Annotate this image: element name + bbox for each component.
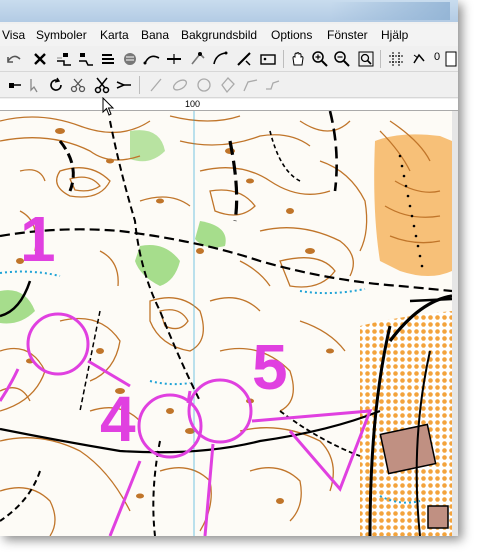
control-number: 4 bbox=[100, 383, 136, 455]
menu-bakgrundsbild[interactable]: Bakgrundsbild bbox=[181, 28, 257, 42]
circle-tool-icon[interactable] bbox=[194, 75, 214, 95]
map-canvas[interactable]: 1 4 5 bbox=[0, 111, 452, 536]
menu-bana[interactable]: Bana bbox=[141, 28, 169, 42]
rhombus-tool-icon[interactable] bbox=[218, 75, 238, 95]
pan-hand-icon[interactable] bbox=[288, 49, 308, 69]
building bbox=[427, 505, 449, 529]
straight-line-icon[interactable] bbox=[146, 75, 166, 95]
menu-fonster[interactable]: Fönster bbox=[327, 28, 368, 42]
horizontal-ruler: 100 bbox=[0, 99, 458, 111]
bezier-tool-icon[interactable] bbox=[210, 49, 230, 69]
ruler-label: 100 bbox=[185, 99, 201, 109]
toolbar-separator bbox=[283, 50, 284, 68]
title-bar-glass bbox=[330, 2, 450, 20]
main-toolbar: 0 bbox=[0, 47, 458, 72]
title-bar bbox=[0, 0, 458, 22]
zoom-in-icon[interactable] bbox=[310, 49, 330, 69]
application-window: Visa Symboler Karta Bana Bakgrundsbild O… bbox=[0, 0, 458, 536]
area-tool-icon[interactable] bbox=[120, 49, 140, 69]
menu-karta[interactable]: Karta bbox=[100, 28, 129, 42]
menu-bar: Visa Symboler Karta Bana Bakgrundsbild O… bbox=[0, 24, 458, 46]
symbol-tool-b-icon[interactable] bbox=[76, 49, 96, 69]
split-line-icon[interactable] bbox=[114, 75, 134, 95]
cut-hole-icon[interactable] bbox=[68, 75, 88, 95]
symbol-tool-c-icon[interactable] bbox=[98, 49, 118, 69]
toolbar-separator bbox=[139, 76, 140, 94]
rectangle-tool-icon[interactable] bbox=[258, 49, 278, 69]
zoom-out-icon[interactable] bbox=[332, 49, 352, 69]
menu-visa[interactable]: Visa bbox=[2, 28, 25, 42]
line-tool-icon[interactable] bbox=[164, 49, 184, 69]
mouse-cursor-icon bbox=[102, 97, 115, 116]
snap-icon[interactable] bbox=[410, 49, 430, 69]
ellipse-tool-icon[interactable] bbox=[170, 75, 190, 95]
edit-toolbar bbox=[0, 73, 458, 98]
delete-icon[interactable] bbox=[30, 49, 50, 69]
grid-icon[interactable] bbox=[386, 49, 406, 69]
polyline-tool-icon[interactable] bbox=[240, 75, 260, 95]
menu-symboler[interactable]: Symboler bbox=[36, 28, 87, 42]
open-land-area bbox=[374, 134, 452, 276]
scissors-icon[interactable] bbox=[92, 75, 112, 95]
orienteering-map: 1 4 5 bbox=[0, 111, 452, 536]
vertical-scrollbar[interactable] bbox=[452, 111, 458, 536]
control-number: 1 bbox=[20, 203, 56, 275]
curve-tool-icon[interactable] bbox=[142, 49, 162, 69]
select-arrow-icon[interactable] bbox=[24, 75, 44, 95]
undo-icon[interactable] bbox=[4, 49, 24, 69]
rotate-symbol-icon[interactable] bbox=[188, 49, 208, 69]
rotate-icon[interactable] bbox=[46, 75, 66, 95]
control-number: 5 bbox=[252, 331, 288, 403]
symbol-tool-a-icon[interactable] bbox=[54, 49, 74, 69]
freehand-tool-icon[interactable] bbox=[262, 75, 282, 95]
cut-line-icon[interactable] bbox=[234, 49, 254, 69]
symbol-count-field[interactable]: 0 bbox=[434, 51, 440, 63]
zoom-extent-icon[interactable] bbox=[356, 49, 376, 69]
menu-options[interactable]: Options bbox=[271, 28, 312, 42]
menu-hjalp[interactable]: Hjälp bbox=[381, 28, 408, 42]
toolbar-separator bbox=[380, 50, 381, 68]
toolbar-overflow-icon[interactable] bbox=[444, 49, 458, 69]
edit-point-icon[interactable] bbox=[4, 75, 24, 95]
